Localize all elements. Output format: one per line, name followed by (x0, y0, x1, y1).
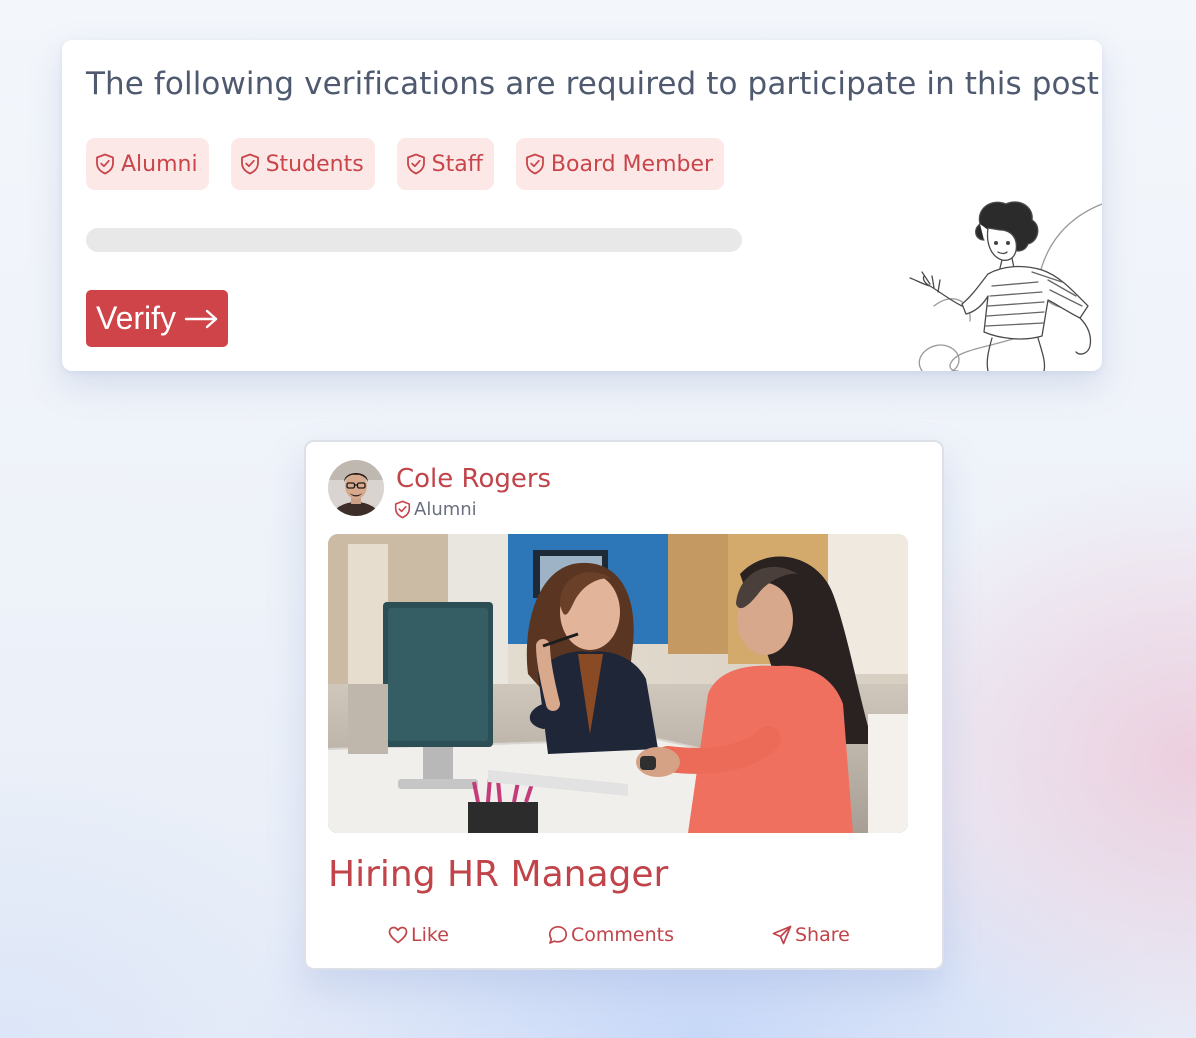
verify-button-label: Verify (96, 300, 177, 336)
verify-button[interactable]: Verify (86, 290, 229, 347)
verification-tag-alumni: Alumni (86, 138, 209, 190)
verification-tag-label: Staff (431, 151, 483, 177)
avatar-image (328, 460, 384, 516)
comments-button[interactable]: Comments (548, 924, 674, 946)
shield-check-icon (526, 153, 544, 175)
verification-tag-label: Students (265, 151, 364, 177)
share-label: Share (795, 924, 850, 946)
post-card: Cole Rogers Alumni Hiring HR Manager Lik… (304, 440, 944, 970)
speech-bubble-icon (548, 925, 568, 944)
share-button[interactable]: Share (772, 924, 850, 946)
verification-tag-staff: Staff (396, 138, 494, 190)
avatar[interactable] (328, 460, 384, 516)
heart-icon (388, 926, 408, 944)
verification-tag-label: Alumni (121, 151, 198, 177)
like-button[interactable]: Like (388, 924, 449, 946)
arrow-right-icon (184, 309, 218, 328)
author-name[interactable]: Cole Rogers (396, 464, 551, 494)
woman-illustration (909, 201, 1102, 371)
comments-label: Comments (571, 924, 674, 946)
verification-tag-label: Board Member (550, 151, 714, 177)
like-label: Like (411, 924, 449, 946)
verification-card: The following verifications are required… (62, 40, 1102, 371)
verification-tag-board-member: Board Member (515, 138, 725, 190)
verification-title: The following verifications are required… (86, 66, 1100, 102)
shield-check-icon (240, 153, 259, 175)
verification-progress-bar (86, 228, 742, 252)
post-image[interactable] (328, 534, 908, 833)
office-meeting-photo (328, 534, 908, 833)
shield-check-icon (406, 153, 425, 175)
shield-check-icon (96, 153, 114, 175)
shield-check-icon (394, 500, 411, 519)
author-badge-label: Alumni (414, 499, 477, 520)
post-title[interactable]: Hiring HR Manager (328, 854, 668, 895)
paper-plane-icon (772, 925, 792, 945)
author-badge: Alumni (394, 499, 477, 520)
verification-tag-students: Students (230, 138, 375, 190)
verification-tags: Alumni Students Staff Board Member (86, 138, 725, 190)
